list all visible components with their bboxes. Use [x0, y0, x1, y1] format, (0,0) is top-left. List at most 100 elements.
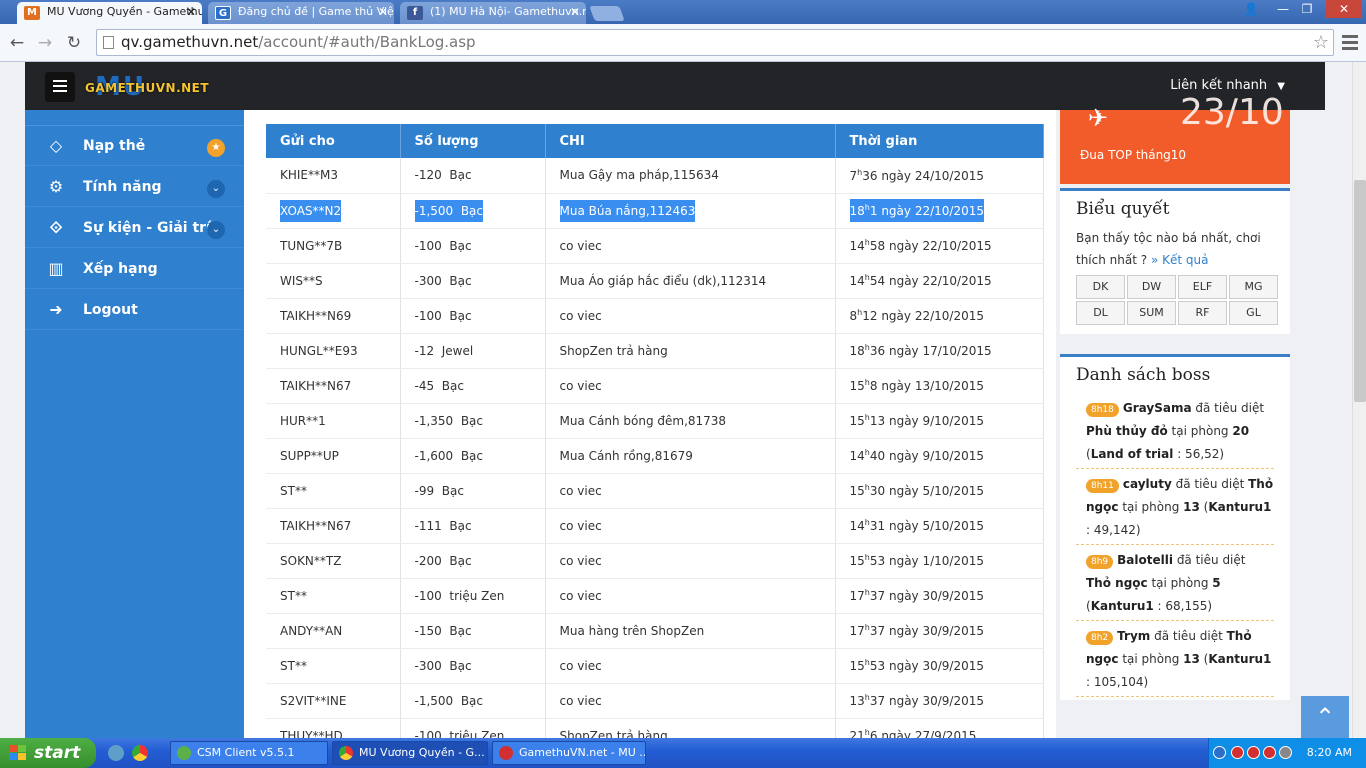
sidebar-item-su-kien[interactable]: ⟐ Sự kiện - Giải trí ⌄ — [25, 208, 244, 248]
cell-chi: co viec — [545, 368, 836, 404]
tab-mu-ha-noi[interactable]: f (1) MU Hà Nội- Gamethuvn.n ✕ — [400, 2, 586, 24]
amount: -200 — [414, 553, 442, 568]
poll-option-dw[interactable]: DW — [1127, 275, 1176, 299]
poll-option-elf[interactable]: ELF — [1178, 275, 1227, 299]
clock: 8:20 AM — [1306, 746, 1352, 759]
room-number: 13 — [1183, 652, 1200, 666]
cell-amount: -150 Bạc — [400, 613, 546, 649]
poll-option-gl[interactable]: GL — [1229, 301, 1278, 325]
scrollbar-thumb[interactable] — [1354, 180, 1366, 402]
tray-network-icon[interactable] — [1279, 746, 1292, 759]
tray-mu-icon[interactable] — [1263, 746, 1276, 759]
player-name: Trym — [1117, 629, 1151, 643]
hour: 15 — [849, 414, 865, 428]
close-icon[interactable]: ✕ — [570, 5, 580, 19]
date: ngày 30/9/2015 — [888, 589, 984, 603]
minimize-button[interactable]: — — [1270, 0, 1296, 18]
close-window-button[interactable]: ✕ — [1326, 0, 1362, 18]
unit: Bạc — [449, 658, 472, 673]
minute: 6 — [869, 729, 878, 738]
date: ngày 9/10/2015 — [888, 414, 984, 428]
date: ngày 22/10/2015 — [881, 309, 984, 323]
poll-result-link[interactable]: » Kết quả — [1151, 253, 1209, 267]
amount-group: -1,350 Bạc — [415, 414, 484, 428]
tray-expand-icon[interactable] — [1213, 746, 1226, 759]
cell-recipient: S2VIT**INE — [266, 683, 401, 719]
chi-description: Mua Cánh rồng,81679 — [559, 448, 693, 463]
time-group: 15h30 ngày 5/10/2015 — [850, 483, 985, 498]
back-icon[interactable]: ← — [6, 32, 28, 54]
cell-chi: Mua Búa nắng,112463 — [545, 193, 836, 229]
task-mu-vuong-quyen[interactable]: MU Vương Quyền - G... — [332, 741, 488, 765]
task-label: CSM Client v5.5.1 — [197, 746, 295, 759]
forward-icon[interactable]: → — [34, 32, 56, 54]
sidebar: ◇ Nạp thẻ ★ ⚙ Tính năng ⌄ ⟐ Sự kiện - Gi… — [25, 110, 244, 738]
time-group: 13h37 ngày 30/9/2015 — [849, 693, 985, 708]
bookmark-star-icon[interactable]: ☆ — [1313, 30, 1329, 55]
tray-mu-icon[interactable] — [1231, 746, 1244, 759]
star-badge-icon: ★ — [207, 139, 225, 157]
unit: Bạc — [449, 238, 472, 253]
minute: 8 — [869, 379, 878, 393]
poll-option-dl[interactable]: DL — [1076, 301, 1125, 325]
col-header-chi: CHI — [545, 124, 836, 158]
poll-title: Biểu quyết — [1076, 199, 1170, 219]
player-name: cayluty — [1122, 477, 1172, 491]
restore-button[interactable]: ❐ — [1294, 0, 1320, 18]
poll-option-sum[interactable]: SUM — [1127, 301, 1176, 325]
minute: 53 — [869, 659, 886, 673]
promo-banner[interactable]: ✈ 23/10 Đua TOP tháng10 — [1060, 92, 1290, 184]
ie-icon[interactable] — [108, 745, 124, 761]
cell-amount: -100 triệu Zen — [400, 718, 546, 738]
amount-group: -1,500 Bạc — [414, 199, 484, 222]
poll-option-dk[interactable]: DK — [1076, 275, 1125, 299]
poll-options: DK DW ELF MG DL SUM RF GL — [1076, 275, 1278, 325]
hour: 13 — [849, 694, 865, 708]
chi-description: Mua hàng trên ShopZen — [559, 623, 705, 638]
sidebar-item-logout[interactable]: ➜ Logout — [25, 290, 244, 330]
room-number: 5 — [1212, 576, 1221, 590]
recipient: ST** — [280, 588, 307, 603]
task-gamethuvn[interactable]: GamethuVN.net - MU ... — [492, 741, 646, 765]
tab-mu-vuong-quyen[interactable]: M MU Vương Quyền - Gamethu ✕ — [17, 2, 202, 24]
cell-recipient: TAIKH**N67 — [266, 508, 401, 544]
poll-option-mg[interactable]: MG — [1229, 275, 1278, 299]
boss-item: 8h9 Balotelli đã tiêu diệt Thỏ ngọc tại p… — [1076, 545, 1274, 621]
recipient: SUPP**UP — [280, 448, 339, 463]
quick-link-dropdown[interactable]: Liên kết nhanh ▼ — [1170, 78, 1285, 93]
reload-icon[interactable]: ↻ — [63, 32, 85, 54]
sidebar-item-nap-the[interactable]: ◇ Nạp thẻ ★ — [25, 126, 244, 166]
unit: Bạc — [460, 203, 484, 218]
close-icon[interactable]: ✕ — [186, 5, 196, 19]
cell-time: 7h36 ngày 24/10/2015 — [835, 158, 1044, 194]
sidebar-item-partial[interactable] — [25, 110, 244, 126]
scroll-to-top-button[interactable]: ⌃ — [1301, 696, 1349, 738]
start-button[interactable]: start — [0, 738, 96, 768]
player-name: Balotelli — [1117, 553, 1173, 567]
hamburger-menu-icon[interactable] — [45, 72, 75, 102]
sidebar-item-xep-hang[interactable]: ▥ Xếp hạng — [25, 249, 244, 289]
minute: 13 — [869, 414, 886, 428]
minute: 37 — [869, 589, 886, 603]
chi-description: co viec — [559, 308, 602, 323]
poll-option-rf[interactable]: RF — [1178, 301, 1227, 325]
browser-toolbar: ← → ↻ qv.gamethuvn.net/account/#auth/Ban… — [0, 24, 1366, 62]
tab-dang-chu-de[interactable]: G Đăng chủ đề | Game thủ Việt ✕ — [208, 2, 394, 24]
minute: 36 — [862, 168, 878, 183]
page-scrollbar[interactable] — [1352, 62, 1366, 738]
chrome-quicklaunch-icon[interactable] — [132, 745, 148, 761]
new-tab-button[interactable] — [589, 6, 625, 21]
amount-group: -100 Bạc — [415, 309, 472, 323]
site-logo[interactable]: MU GAMETHUVN.NET — [85, 72, 210, 102]
sidebar-item-tinh-nang[interactable]: ⚙ Tính năng ⌄ — [25, 167, 244, 207]
task-csm-client[interactable]: CSM Client v5.5.1 — [170, 741, 328, 765]
cell-time: 15h8 ngày 13/10/2015 — [835, 368, 1044, 404]
close-icon[interactable]: ✕ — [378, 5, 388, 19]
tray-mu-icon[interactable] — [1247, 746, 1260, 759]
cell-chi: co viec — [545, 298, 836, 334]
address-bar[interactable]: qv.gamethuvn.net/account/#auth/BankLog.a… — [96, 29, 1334, 56]
chrome-menu-icon[interactable] — [1340, 32, 1360, 52]
cell-recipient: SUPP**UP — [266, 438, 401, 474]
cell-time: 8h12 ngày 22/10/2015 — [835, 298, 1044, 334]
user-icon[interactable]: 👤 — [1238, 0, 1264, 18]
